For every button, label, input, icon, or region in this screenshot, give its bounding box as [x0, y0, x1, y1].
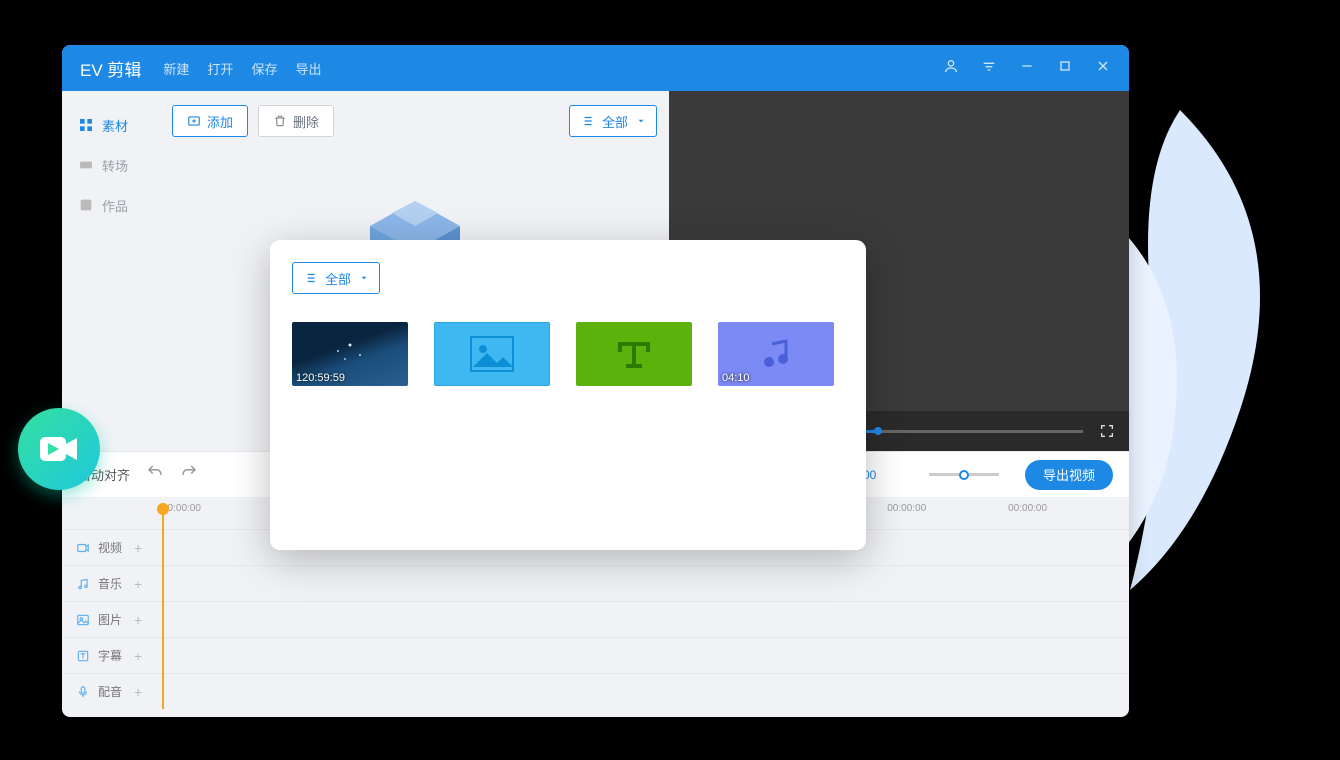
delete-button-label: 删除	[293, 112, 319, 131]
menu-save[interactable]: 保存	[251, 59, 277, 78]
chevron-down-icon	[359, 273, 369, 283]
music-icon	[758, 336, 794, 372]
sidebar: 素材 转场 作品	[62, 91, 160, 451]
modal-filter-dropdown[interactable]: 全部	[292, 262, 380, 294]
user-icon[interactable]	[943, 58, 959, 79]
media-item-text[interactable]	[576, 322, 692, 386]
menu-new[interactable]: 新建	[163, 59, 189, 78]
track-label: 音乐	[98, 575, 122, 592]
sidebar-item-media[interactable]: 素材	[62, 105, 160, 145]
image-track-icon	[76, 613, 90, 627]
ruler-tick: 00:00:00	[1008, 503, 1129, 529]
video-thumb-sparks	[330, 339, 370, 369]
window-controls	[943, 58, 1111, 79]
track-label: 图片	[98, 611, 122, 628]
add-track-button[interactable]: +	[134, 648, 142, 664]
add-track-button[interactable]: +	[134, 576, 142, 592]
timecode-display: 00	[863, 468, 903, 482]
sidebar-label: 转场	[102, 156, 128, 175]
add-track-button[interactable]: +	[134, 540, 142, 556]
media-item-audio[interactable]: 04:10	[718, 322, 834, 386]
track-label: 字幕	[98, 647, 122, 664]
sidebar-item-works[interactable]: 作品	[62, 185, 160, 225]
track-subtitle[interactable]: 字幕 +	[62, 637, 1129, 673]
sidebar-label: 素材	[102, 116, 128, 135]
close-button[interactable]	[1095, 58, 1111, 79]
media-type-modal: 全部 120:59:59	[270, 240, 866, 550]
track-label: 配音	[98, 683, 122, 700]
export-video-label: 导出视频	[1043, 465, 1095, 484]
modal-media-list: 120:59:59 04:10	[292, 322, 844, 386]
chevron-down-icon	[636, 116, 646, 126]
media-duration: 04:10	[722, 372, 750, 384]
list-icon	[303, 271, 317, 285]
text-icon	[614, 334, 654, 374]
filter-dropdown[interactable]: 全部	[569, 105, 657, 137]
menu-export[interactable]: 导出	[295, 59, 321, 78]
add-button[interactable]: 添加	[172, 105, 248, 137]
maximize-button[interactable]	[1057, 58, 1073, 79]
fullscreen-button[interactable]	[1099, 423, 1115, 439]
media-toolbar: 添加 删除 全部	[172, 105, 657, 137]
undo-button[interactable]	[146, 463, 164, 486]
ruler-tick: 00:00:00	[887, 503, 1008, 529]
zoom-slider[interactable]	[929, 473, 999, 476]
track-image[interactable]: 图片 +	[62, 601, 1129, 637]
modal-filter-label: 全部	[325, 269, 351, 288]
track-voice[interactable]: 配音 +	[62, 673, 1129, 709]
titlebar: EV 剪辑 新建 打开 保存 导出	[62, 45, 1129, 91]
menu-bar: 新建 打开 保存 导出	[163, 59, 321, 78]
playhead[interactable]	[162, 503, 164, 709]
ruler-tick: 00:00:00	[162, 503, 283, 529]
sidebar-label: 作品	[102, 196, 128, 215]
sidebar-item-transition[interactable]: 转场	[62, 145, 160, 185]
menu-open[interactable]: 打开	[207, 59, 233, 78]
video-track-icon	[76, 541, 90, 555]
media-duration: 120:59:59	[296, 372, 345, 384]
track-audio[interactable]: 音乐 +	[62, 565, 1129, 601]
filter-label: 全部	[602, 112, 628, 131]
text-track-icon	[76, 649, 90, 663]
redo-button[interactable]	[180, 463, 198, 486]
app-badge-icon	[18, 408, 100, 490]
mic-track-icon	[76, 685, 90, 699]
export-video-button[interactable]: 导出视频	[1025, 460, 1113, 490]
music-track-icon	[76, 577, 90, 591]
track-label: 视频	[98, 539, 122, 556]
delete-button[interactable]: 删除	[258, 105, 334, 137]
add-track-button[interactable]: +	[134, 612, 142, 628]
add-track-button[interactable]: +	[134, 684, 142, 700]
image-icon	[469, 335, 515, 373]
media-item-video[interactable]: 120:59:59	[292, 322, 408, 386]
add-button-label: 添加	[207, 112, 233, 131]
app-title: EV 剪辑	[80, 56, 141, 81]
menu-icon[interactable]	[981, 58, 997, 79]
media-item-image[interactable]	[434, 322, 550, 386]
minimize-button[interactable]	[1019, 58, 1035, 79]
